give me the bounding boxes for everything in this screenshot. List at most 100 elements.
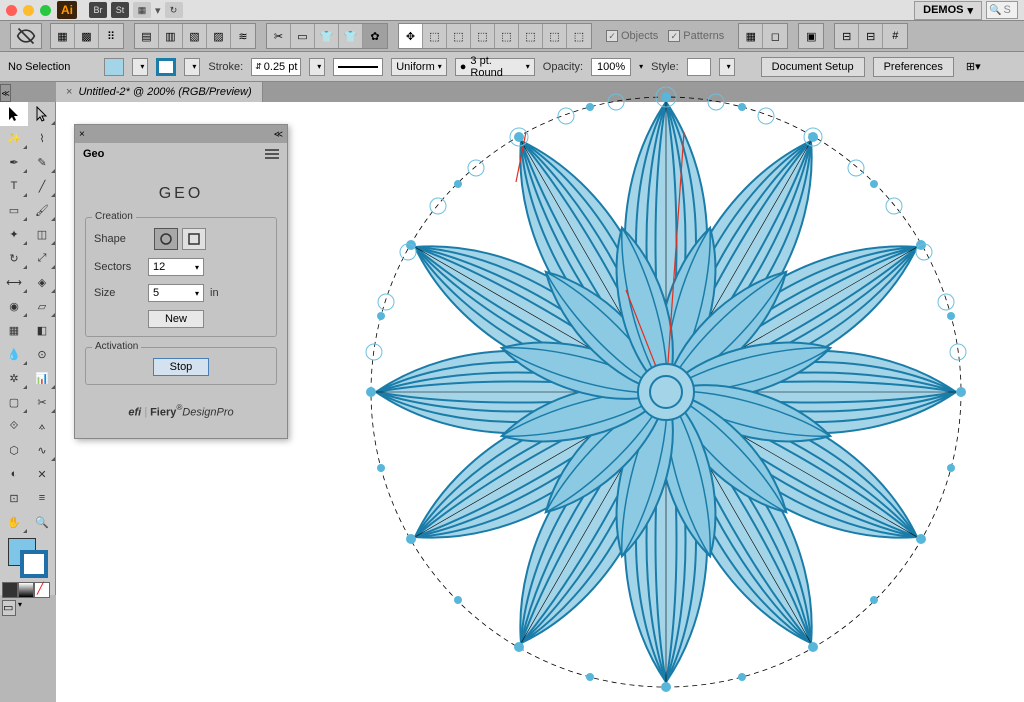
color-gradient-icon[interactable] [18, 582, 34, 598]
tool-shirt1-icon[interactable]: 👕 [315, 24, 339, 48]
size-select[interactable]: 5 [148, 284, 204, 302]
free-transform-tool[interactable]: ◈ [28, 270, 56, 294]
rectangle-tool[interactable]: ▭ [0, 198, 28, 222]
brush-select[interactable]: ● 3 pt. Round [455, 58, 535, 76]
color-solid-icon[interactable] [2, 582, 18, 598]
maximize-window-button[interactable] [40, 5, 51, 16]
type-tool[interactable]: T [0, 174, 28, 198]
zoom-tool[interactable]: 🔍 [28, 510, 56, 534]
blend-tool[interactable]: ⊙ [28, 342, 56, 366]
stroke-profile[interactable] [333, 58, 383, 76]
rotate-tool[interactable]: ↻ [0, 246, 28, 270]
custom-tool-4[interactable]: ✕ [28, 462, 56, 486]
tool-dots-icon[interactable]: ⠿ [99, 24, 123, 48]
paintbrush-tool[interactable]: 🖌 [28, 198, 56, 222]
tool-a4-icon[interactable]: ⬚ [495, 24, 519, 48]
perspective-tool[interactable]: ▱ [28, 294, 56, 318]
document-setup-button[interactable]: Document Setup [761, 57, 865, 77]
width-tool[interactable]: ⟷ [0, 270, 28, 294]
close-window-button[interactable] [6, 5, 17, 16]
path-tool[interactable]: ∿ [28, 438, 56, 462]
chevron-down-icon[interactable]: ▾ [18, 600, 22, 616]
slice-tool[interactable]: ✂ [28, 390, 56, 414]
stroke-swatch[interactable] [156, 58, 176, 76]
artboard-tool[interactable]: ▢ [0, 390, 28, 414]
curvature-tool[interactable]: ✎ [28, 150, 56, 174]
fill-stroke-control[interactable] [0, 534, 55, 582]
gpu-toggle-icon[interactable]: ↻ [165, 2, 183, 18]
selection-tool[interactable] [0, 102, 28, 126]
bridge-icon[interactable]: Br [89, 2, 107, 18]
shape-geo-tool[interactable]: ⬡ [0, 438, 28, 462]
tool-image-icon[interactable]: ▭ [291, 24, 315, 48]
chevron-down-icon[interactable]: ▾ [155, 4, 161, 17]
fill-dropdown[interactable] [132, 58, 148, 76]
pen-tool[interactable]: ✒ [0, 150, 28, 174]
color-none-icon[interactable]: ╱ [34, 582, 50, 598]
tool-a5-icon[interactable]: ⬚ [519, 24, 543, 48]
tool-tile4-icon[interactable]: ▨ [207, 24, 231, 48]
line-tool[interactable]: ╱ [28, 174, 56, 198]
stock-icon[interactable]: St [111, 2, 129, 18]
workspace-switcher[interactable]: DEMOS ▾ [914, 1, 982, 20]
close-tab-icon[interactable]: × [66, 86, 72, 98]
stroke-dropdown[interactable] [184, 58, 200, 76]
tool-a1-icon[interactable]: ⬚ [423, 24, 447, 48]
stroke-color-swatch[interactable] [20, 550, 48, 578]
tool-move-icon[interactable]: ✥ [399, 24, 423, 48]
opacity-chevron-icon[interactable]: ▾ [639, 62, 643, 71]
tool-wave-icon[interactable]: ≋ [231, 24, 255, 48]
tool-hash-icon[interactable]: # [883, 24, 907, 48]
style-swatch[interactable] [687, 58, 711, 76]
search-field[interactable]: 🔍 S [986, 1, 1018, 19]
tool-repeat-icon[interactable]: ▣ [799, 24, 823, 48]
tool-a7-icon[interactable]: ⬚ [567, 24, 591, 48]
close-panel-icon[interactable]: × [79, 129, 85, 140]
shape-circle-button[interactable] [154, 228, 178, 250]
tool-grid-view-icon[interactable]: ▦ [739, 24, 763, 48]
stroke-profile-select[interactable]: Uniform [391, 58, 447, 76]
mesh-tool[interactable]: ▦ [0, 318, 28, 342]
screen-mode-icon[interactable]: ▭ [2, 600, 16, 616]
custom-tool-5[interactable]: ⊡ [0, 486, 28, 510]
custom-tool-6[interactable]: ≡ [28, 486, 56, 510]
custom-tool-3[interactable]: ◐ [0, 462, 28, 486]
minimize-window-button[interactable] [23, 5, 34, 16]
scale-tool[interactable]: ⤢ [28, 246, 56, 270]
eyedropper-tool[interactable]: 💧 [0, 342, 28, 366]
tool-tile3-icon[interactable]: ▧ [183, 24, 207, 48]
fill-swatch[interactable] [104, 58, 124, 76]
eraser-tool[interactable]: ◫ [28, 222, 56, 246]
tool-ruler1-icon[interactable]: ⊟ [835, 24, 859, 48]
sectors-select[interactable]: 12 [148, 258, 204, 276]
magic-wand-tool[interactable]: ✨ [0, 126, 28, 150]
tool-ruler2-icon[interactable]: ⊟ [859, 24, 883, 48]
tool-swatch-icon[interactable]: ▦ [51, 24, 75, 48]
tool-flower-icon[interactable]: ✿ [363, 24, 387, 48]
opacity-input[interactable]: 100% [591, 58, 631, 76]
visibility-toggle[interactable] [10, 23, 42, 49]
hand-tool[interactable]: ✋ [0, 510, 28, 534]
arrange-documents-icon[interactable]: ▦ [133, 2, 151, 18]
lasso-tool[interactable]: ⌇ [28, 126, 56, 150]
direct-selection-tool[interactable] [28, 102, 56, 126]
document-tab[interactable]: × Untitled-2* @ 200% (RGB/Preview) [56, 82, 263, 102]
tool-tile2-icon[interactable]: ▥ [159, 24, 183, 48]
panel-menu-icon[interactable] [265, 149, 279, 159]
objects-checkbox[interactable]: ✓ Objects [606, 30, 658, 42]
tool-a3-icon[interactable]: ⬚ [471, 24, 495, 48]
shape-builder-tool[interactable]: ◉ [0, 294, 28, 318]
collapse-tabs-icon[interactable]: ≪ [0, 84, 11, 102]
tool-grid-icon[interactable]: ▩ [75, 24, 99, 48]
tool-shirt2-icon[interactable]: 👕 [339, 24, 363, 48]
preferences-button[interactable]: Preferences [873, 57, 954, 77]
panel-titlebar[interactable]: × ≪ [75, 125, 287, 143]
style-dropdown[interactable] [719, 58, 735, 76]
align-panel-icon[interactable]: ⊞▾ [966, 60, 981, 73]
shape-square-button[interactable] [182, 228, 206, 250]
new-button[interactable]: New [148, 310, 204, 328]
custom-tool-1[interactable]: ⟐ [0, 414, 28, 438]
custom-tool-2[interactable]: ⟑ [28, 414, 56, 438]
tool-square-icon[interactable]: ◻ [763, 24, 787, 48]
shaper-tool[interactable]: ✦ [0, 222, 28, 246]
